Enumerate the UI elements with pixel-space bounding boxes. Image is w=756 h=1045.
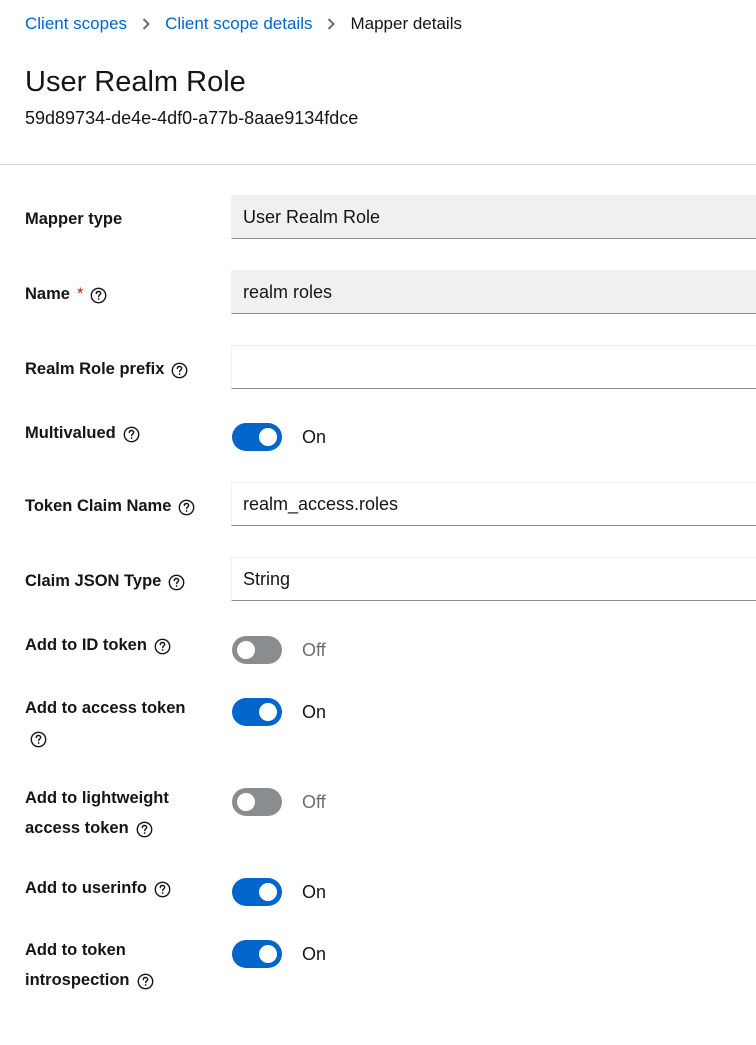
- chevron-right-icon: [127, 18, 165, 30]
- multivalued-label: Multivalued: [25, 418, 140, 448]
- add-to-access-token-label-text: Add to access token: [25, 699, 186, 717]
- add-to-access-token-toggle[interactable]: [232, 698, 282, 726]
- add-to-lightweight-label-line1: Add to lightweight: [25, 789, 169, 807]
- add-to-introspection-label-line2: introspection: [25, 971, 130, 989]
- toggle-knob: [259, 945, 277, 963]
- add-to-introspection-label-line1: Add to token: [25, 941, 126, 959]
- add-to-id-token-label: Add to ID token: [25, 630, 171, 660]
- help-circle-icon[interactable]: [154, 878, 171, 898]
- help-circle-icon[interactable]: [123, 423, 140, 443]
- add-to-id-token-state: Off: [302, 640, 326, 660]
- mapper-type-field: User Realm Role: [231, 195, 756, 239]
- toggle-knob: [237, 793, 255, 811]
- add-to-access-token-label: Add to access token: [25, 693, 185, 753]
- help-circle-icon[interactable]: [168, 571, 185, 591]
- claim-json-type-label: Claim JSON Type: [25, 566, 185, 596]
- token-claim-name-label-text: Token Claim Name: [25, 497, 172, 515]
- required-marker: *: [76, 285, 84, 303]
- multivalued-label-text: Multivalued: [25, 424, 116, 442]
- help-circle-icon[interactable]: [136, 818, 153, 838]
- realm-role-prefix-input[interactable]: [231, 345, 756, 389]
- multivalued-toggle[interactable]: [232, 423, 282, 451]
- add-to-id-token-label-text: Add to ID token: [25, 636, 147, 654]
- add-to-lightweight-state: Off: [302, 792, 326, 812]
- multivalued-state: On: [302, 427, 327, 447]
- breadcrumb-current: Mapper details: [350, 14, 462, 33]
- add-to-userinfo-label: Add to userinfo: [25, 873, 171, 903]
- breadcrumb-client-scope-details-link[interactable]: Client scope details: [165, 14, 312, 34]
- breadcrumb: Client scopes Client scope details Mappe…: [25, 14, 462, 34]
- claim-json-type-label-text: Claim JSON Type: [25, 572, 162, 590]
- realm-role-prefix-label: Realm Role prefix: [25, 354, 188, 384]
- toggle-knob: [259, 883, 277, 901]
- page-title: User Realm Role: [25, 66, 246, 98]
- name-label: Name *: [25, 279, 107, 309]
- token-claim-name-input[interactable]: realm_access.roles: [231, 482, 756, 526]
- add-to-lightweight-toggle[interactable]: [232, 788, 282, 816]
- add-to-userinfo-toggle[interactable]: [232, 878, 282, 906]
- toggle-knob: [259, 428, 277, 446]
- add-to-access-token-state: On: [302, 702, 327, 722]
- add-to-introspection-label: Add to token introspection: [25, 935, 154, 995]
- claim-json-type-select[interactable]: String: [231, 557, 756, 601]
- help-circle-icon[interactable]: [30, 728, 47, 748]
- chevron-right-icon: [312, 18, 350, 30]
- help-circle-icon[interactable]: [178, 496, 195, 516]
- add-to-userinfo-state: On: [302, 882, 327, 902]
- header-divider: [0, 164, 756, 165]
- realm-role-prefix-label-text: Realm Role prefix: [25, 360, 165, 378]
- token-claim-name-label: Token Claim Name: [25, 491, 195, 521]
- add-to-userinfo-label-text: Add to userinfo: [25, 879, 147, 897]
- help-circle-icon[interactable]: [137, 970, 154, 990]
- add-to-lightweight-label-line2: access token: [25, 819, 129, 837]
- toggle-knob: [259, 703, 277, 721]
- toggle-knob: [237, 641, 255, 659]
- mapper-type-label-text: Mapper type: [25, 210, 123, 228]
- name-label-text: Name: [25, 285, 70, 303]
- name-field: realm roles: [231, 270, 756, 314]
- mapper-type-label: Mapper type: [25, 204, 122, 234]
- help-circle-icon[interactable]: [154, 635, 171, 655]
- add-to-introspection-state: On: [302, 944, 327, 964]
- mapper-id: 59d89734-de4e-4df0-a77b-8aae9134fdce: [25, 108, 359, 128]
- add-to-introspection-toggle[interactable]: [232, 940, 282, 968]
- add-to-lightweight-label: Add to lightweight access token: [25, 783, 169, 843]
- help-circle-icon[interactable]: [171, 359, 188, 379]
- help-circle-icon[interactable]: [90, 284, 107, 304]
- breadcrumb-client-scopes-link[interactable]: Client scopes: [25, 14, 127, 34]
- add-to-id-token-toggle[interactable]: [232, 636, 282, 664]
